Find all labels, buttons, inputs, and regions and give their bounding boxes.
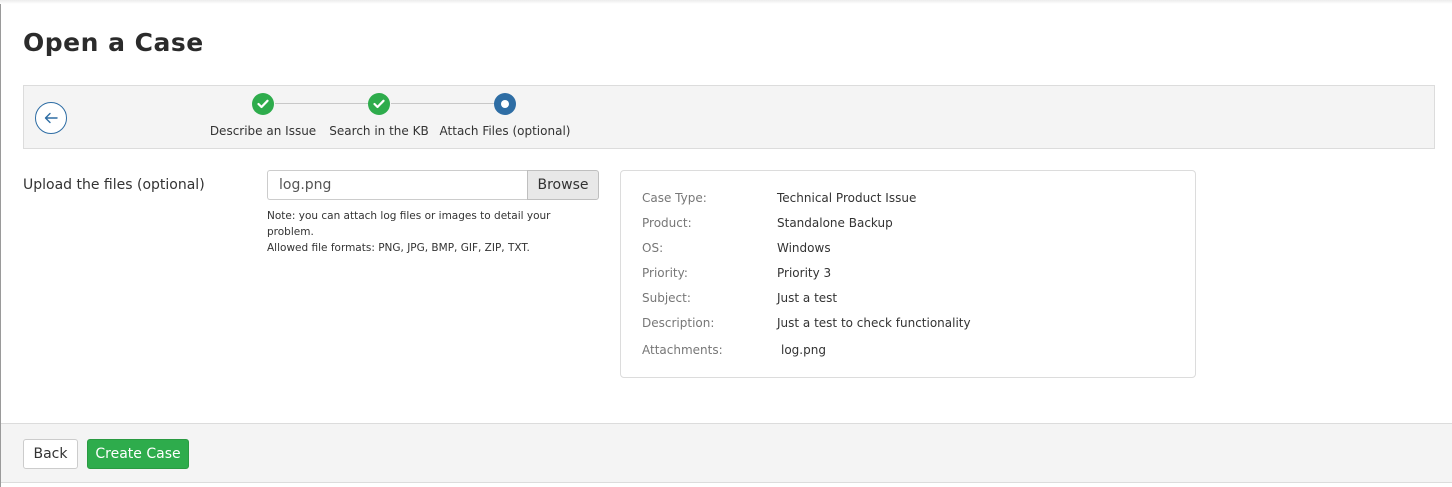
step-connector-1 bbox=[275, 103, 379, 104]
summary-label-attachments: Attachments: bbox=[642, 343, 723, 357]
check-icon bbox=[257, 99, 269, 109]
file-name-field[interactable]: log.png bbox=[267, 170, 528, 200]
form-footer: Back Create Case bbox=[1, 423, 1452, 483]
summary-value-os: Windows bbox=[777, 241, 831, 255]
wizard-stepper: Describe an Issue Search in the KB Attac… bbox=[23, 85, 1435, 149]
step-2-indicator bbox=[368, 93, 390, 115]
upload-note-line-2: Allowed file formats: PNG, JPG, BMP, GIF… bbox=[267, 242, 530, 254]
page-title: Open a Case bbox=[23, 28, 204, 57]
step-3-label: Attach Files (optional) bbox=[439, 124, 571, 138]
step-1-label[interactable]: Describe an Issue bbox=[210, 124, 316, 138]
summary-value-subject: Just a test bbox=[777, 291, 838, 305]
step-3-indicator bbox=[494, 93, 516, 115]
stepper-back-button[interactable] bbox=[35, 102, 67, 134]
back-button[interactable]: Back bbox=[23, 439, 78, 469]
page-left-border bbox=[0, 0, 1, 487]
summary-value-product: Standalone Backup bbox=[777, 216, 893, 230]
step-1-indicator bbox=[252, 93, 274, 115]
step-2-label[interactable]: Search in the KB bbox=[329, 124, 428, 138]
case-summary-panel: Case Type: Technical Product Issue Produ… bbox=[620, 170, 1196, 378]
summary-label-product: Product: bbox=[642, 216, 692, 230]
summary-label-subject: Subject: bbox=[642, 291, 691, 305]
arrow-left-icon bbox=[44, 112, 58, 124]
summary-value-case-type: Technical Product Issue bbox=[777, 191, 917, 205]
upload-note-line-1: Note: you can attach log files or images… bbox=[267, 210, 551, 238]
summary-value-priority: Priority 3 bbox=[777, 266, 832, 280]
check-icon bbox=[373, 99, 385, 109]
top-shadow bbox=[0, 0, 1452, 4]
create-case-button[interactable]: Create Case bbox=[87, 439, 189, 469]
summary-value-attachments: log.png bbox=[781, 343, 826, 357]
upload-files-label: Upload the files (optional) bbox=[23, 177, 205, 193]
upload-note: Note: you can attach log files or images… bbox=[267, 208, 597, 256]
summary-label-os: OS: bbox=[642, 241, 664, 255]
dot-icon bbox=[501, 100, 509, 108]
summary-label-case-type: Case Type: bbox=[642, 191, 707, 205]
summary-label-priority: Priority: bbox=[642, 266, 688, 280]
step-connector-2 bbox=[391, 103, 505, 104]
browse-button[interactable]: Browse bbox=[527, 170, 599, 200]
summary-value-description: Just a test to check functionality bbox=[777, 316, 971, 330]
summary-label-description: Description: bbox=[642, 316, 715, 330]
